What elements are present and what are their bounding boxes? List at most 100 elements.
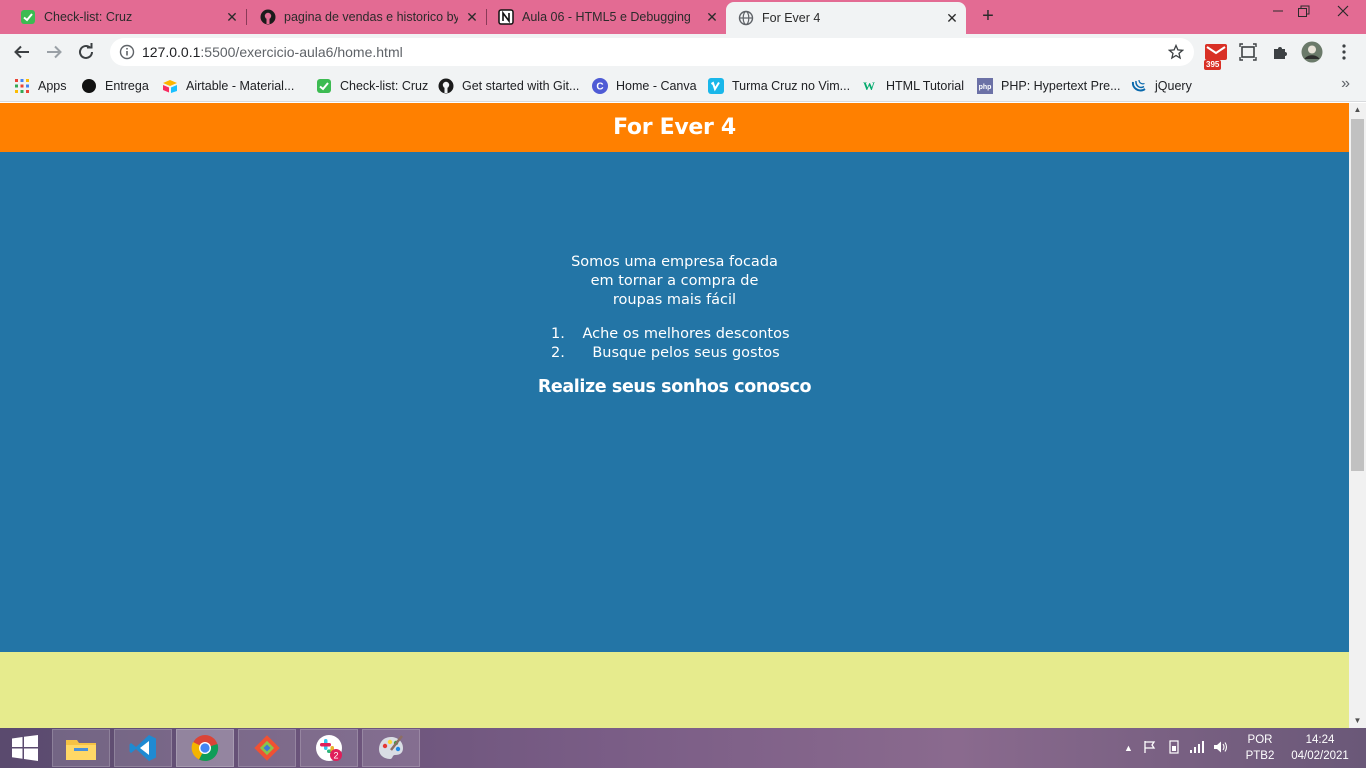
intro-line: em tornar a compra de <box>590 273 759 289</box>
bookmark-php[interactable]: php PHP: Hypertext Pre... <box>977 76 1120 96</box>
keyboard-layout: PTB2 <box>1245 750 1275 762</box>
scroll-up-arrow-icon[interactable]: ▲ <box>1349 103 1366 117</box>
battery-icon[interactable] <box>1167 739 1181 757</box>
action-center-flag-icon[interactable] <box>1143 740 1157 757</box>
browser-toolbar: 127.0.0.1:5500/exercicio-aula6/home.html… <box>0 34 1366 70</box>
tab-title: pagina de vendas e historico by <box>284 10 458 24</box>
github-icon <box>260 9 276 25</box>
forward-button[interactable] <box>42 40 66 64</box>
green-check-icon <box>20 9 36 25</box>
bookmark-w3schools[interactable]: W HTML Tutorial <box>862 76 964 96</box>
airtable-icon <box>162 78 178 94</box>
clock-date: 04/02/2021 <box>1291 750 1349 762</box>
network-signal-icon[interactable] <box>1189 740 1205 757</box>
site-title: For Ever 4 <box>613 115 736 140</box>
close-icon[interactable]: ✕ <box>224 9 240 26</box>
bookmark-label: Check-list: Cruz <box>340 79 429 93</box>
bookmark-star-icon[interactable] <box>1166 42 1186 62</box>
gmail-count-badge: 395 <box>1204 60 1222 70</box>
new-tab-button[interactable]: + <box>978 6 998 26</box>
github-icon <box>438 78 454 94</box>
bookmark-vimeo[interactable]: Turma Cruz no Vim... <box>708 76 850 96</box>
bookmark-label: PHP: Hypertext Pre... <box>1001 79 1121 93</box>
page-viewport: For Ever 4 Somos uma empresa focada em t… <box>0 103 1349 728</box>
bookmark-label: Get started with Git... <box>462 79 580 93</box>
windows-taskbar: 2 ▲ POR PTB2 14:24 04/02/2021 <box>0 728 1366 768</box>
tab-forever4[interactable]: For Ever 4 ✕ <box>726 2 966 34</box>
bookmark-label: HTML Tutorial <box>886 79 965 93</box>
tab-title: Aula 06 - HTML5 e Debugging <box>522 10 691 24</box>
tab-title: Check-list: Cruz <box>44 10 133 24</box>
intro-line: roupas mais fácil <box>612 292 737 308</box>
list-item: 2. Busque pelos seus gostos <box>551 344 799 363</box>
language-code: POR <box>1247 734 1273 746</box>
tab-notion[interactable]: Aula 06 - HTML5 e Debugging ✕ <box>478 0 726 34</box>
taskbar-clock[interactable]: 14:24 04/02/2021 <box>1284 732 1356 764</box>
bookmark-label: Airtable - Material... <box>186 79 295 93</box>
list-number: 2. <box>551 345 565 361</box>
vscode-icon[interactable] <box>114 729 172 767</box>
svg-text:C: C <box>596 82 603 93</box>
tab-strip: Check-list: Cruz ✕ pagina de vendas e hi… <box>0 0 1366 34</box>
list-text: Busque pelos seus gostos <box>592 345 780 361</box>
scroll-down-arrow-icon[interactable]: ▼ <box>1349 714 1366 728</box>
bookmark-label: Home - Canva <box>616 79 697 93</box>
back-button[interactable] <box>10 40 34 64</box>
globe-icon <box>738 10 754 26</box>
bookmarks-overflow-icon[interactable]: » <box>1341 75 1350 93</box>
close-icon[interactable]: ✕ <box>704 9 720 26</box>
gmail-extension-icon[interactable]: 395 <box>1204 40 1228 70</box>
restore-button[interactable] <box>1288 0 1320 34</box>
system-tray: ▲ <box>1124 728 1229 768</box>
bookmark-label: Turma Cruz no Vim... <box>732 79 851 93</box>
svg-text:php: php <box>979 84 992 91</box>
close-window-button[interactable] <box>1320 0 1366 34</box>
screen-capture-icon[interactable] <box>1236 40 1260 64</box>
file-explorer-icon[interactable] <box>52 729 110 767</box>
list-number: 1. <box>551 326 565 342</box>
clock-time: 14:24 <box>1305 734 1335 746</box>
tab-github[interactable]: pagina de vendas e historico by ✕ <box>240 0 486 34</box>
paint-icon[interactable] <box>362 729 420 767</box>
vimeo-icon <box>708 78 724 94</box>
profile-avatar[interactable] <box>1300 40 1324 64</box>
close-icon[interactable]: ✕ <box>944 10 960 27</box>
input-language-indicator[interactable]: POR PTB2 <box>1242 732 1278 764</box>
bookmark-label: Entrega <box>105 79 149 93</box>
git-icon[interactable] <box>238 729 296 767</box>
bookmark-canva[interactable]: C Home - Canva <box>592 76 697 96</box>
vertical-scrollbar[interactable]: ▲ ▼ <box>1349 103 1366 728</box>
menu-dots-icon[interactable] <box>1332 40 1356 64</box>
bookmark-apps[interactable]: Apps <box>14 76 67 96</box>
site-header: For Ever 4 <box>0 103 1349 152</box>
extensions-puzzle-icon[interactable] <box>1268 40 1292 64</box>
scroll-thumb[interactable] <box>1351 119 1364 471</box>
steps-list: 1. Ache os melhores descontos 2. Busque … <box>551 325 799 363</box>
bookmarks-bar: Apps Entrega Airtable - Material... Chec… <box>0 70 1366 102</box>
site-main: Somos uma empresa focada em tornar a com… <box>0 152 1349 652</box>
slack-icon[interactable]: 2 <box>300 729 358 767</box>
slack-badge: 2 <box>333 751 338 761</box>
tab-title: For Ever 4 <box>762 11 821 25</box>
list-text: Ache os melhores descontos <box>582 326 790 342</box>
url-text: 127.0.0.1:5500/exercicio-aula6/home.html <box>142 44 403 60</box>
bookmark-jquery[interactable]: jQuery <box>1131 76 1192 96</box>
intro-line: Somos uma empresa focada <box>571 254 778 270</box>
reload-button[interactable] <box>74 40 98 64</box>
url-path: :5500/exercicio-aula6/home.html <box>200 44 403 60</box>
tab-checklist[interactable]: Check-list: Cruz ✕ <box>0 0 246 34</box>
tray-expand-icon[interactable]: ▲ <box>1124 743 1133 753</box>
volume-icon[interactable] <box>1213 740 1229 757</box>
url-host: 127.0.0.1 <box>142 44 201 60</box>
windows-start-button[interactable] <box>0 728 50 768</box>
bookmark-entrega[interactable]: Entrega <box>81 76 149 96</box>
bookmark-airtable[interactable]: Airtable - Material... <box>162 76 294 96</box>
bookmark-github[interactable]: Get started with Git... <box>438 76 579 96</box>
black-circle-icon <box>81 78 97 94</box>
chrome-icon[interactable] <box>176 729 234 767</box>
slogan-heading: Realize seus sonhos conosco <box>537 377 812 397</box>
bookmark-checklist[interactable]: Check-list: Cruz <box>316 76 428 96</box>
info-icon[interactable] <box>119 44 135 60</box>
address-bar[interactable]: 127.0.0.1:5500/exercicio-aula6/home.html <box>110 38 1194 66</box>
svg-text:W: W <box>863 79 875 93</box>
